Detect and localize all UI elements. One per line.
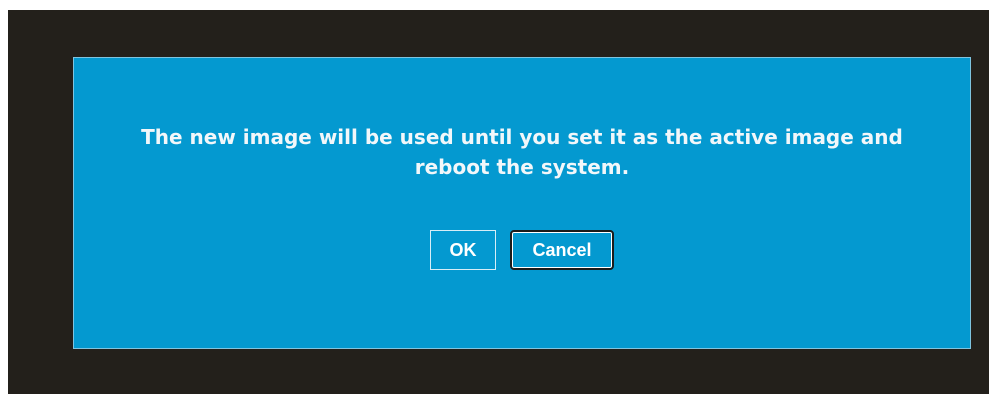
cancel-button[interactable]: Cancel [510, 230, 614, 270]
confirm-dialog: The new image will be used until you set… [73, 57, 971, 349]
dialog-message: The new image will be used until you set… [74, 122, 970, 182]
ok-button[interactable]: OK [430, 230, 496, 270]
dialog-message-line-1: The new image will be used until you set… [141, 125, 903, 149]
dialog-message-line-2: reboot the system. [414, 155, 630, 179]
dialog-actions: OK Cancel [74, 230, 970, 270]
